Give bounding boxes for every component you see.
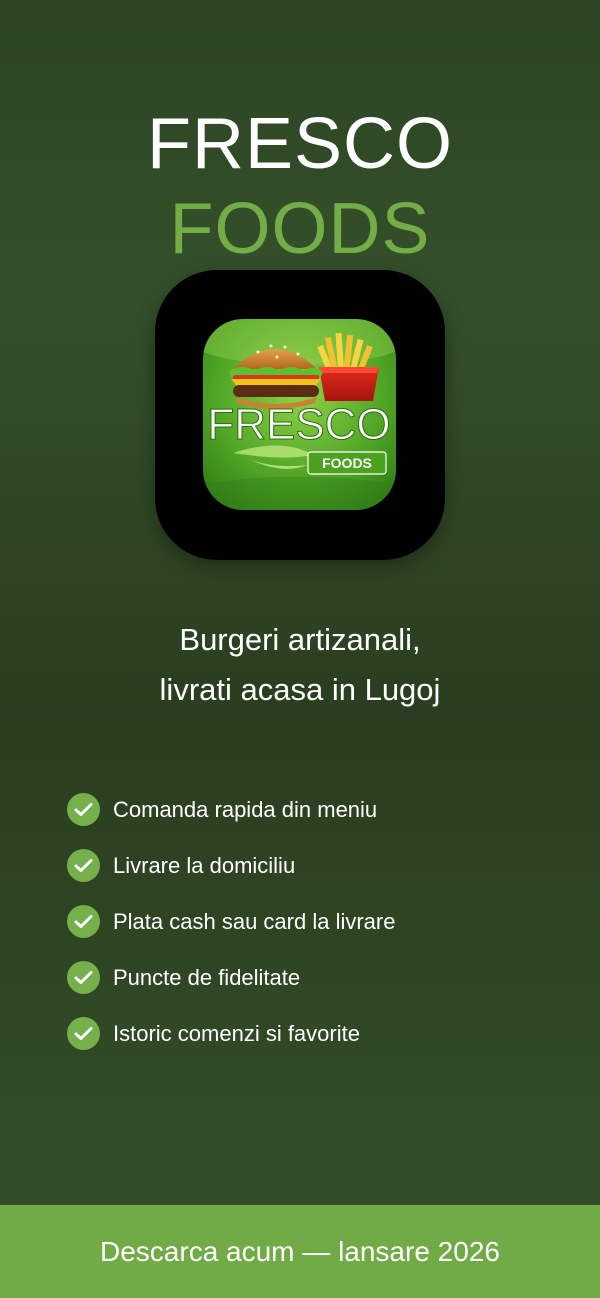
- check-circle-icon: [67, 905, 100, 938]
- check-circle-icon: [67, 961, 100, 994]
- download-cta-bar[interactable]: Descarca acum — lansare 2026: [0, 1205, 600, 1298]
- download-cta-label[interactable]: Descarca acum — lansare 2026: [0, 1238, 600, 1266]
- app-icon: FRESCO FOODS: [203, 319, 396, 510]
- logo-badge-text: FOODS: [322, 455, 372, 471]
- tagline-line-1: Burgeri artizanali,: [179, 622, 421, 657]
- check-circle-icon: [67, 1017, 100, 1050]
- feature-item: Livrare la domiciliu: [67, 849, 567, 905]
- feature-item: Istoric comenzi si favorite: [67, 1017, 567, 1073]
- feature-label: Plata cash sau card la livrare: [113, 909, 396, 934]
- feature-label: Puncte de fidelitate: [113, 965, 301, 990]
- feature-label: Istoric comenzi si favorite: [113, 1021, 360, 1046]
- app-icon-frame: FRESCO FOODS: [155, 270, 445, 560]
- feature-label: Comanda rapida din meniu: [113, 797, 378, 822]
- tagline-line-2: livrati acasa in Lugoj: [159, 672, 441, 707]
- feature-item: Puncte de fidelitate: [67, 961, 567, 1017]
- logo-main-text: FRESCO: [207, 400, 390, 449]
- feature-item: Plata cash sau card la livrare: [67, 905, 567, 961]
- brand-title-fresco: FRESCO: [146, 104, 454, 184]
- check-circle-icon: [67, 793, 100, 826]
- brand-title-foods: FOODS: [169, 189, 431, 269]
- app-logo-graphic: FRESCO FOODS: [203, 319, 396, 510]
- check-circle-icon: [67, 849, 100, 882]
- feature-list: Comanda rapida din meniu Livrare la domi…: [67, 793, 567, 1073]
- feature-item: Comanda rapida din meniu: [67, 793, 567, 849]
- feature-label: Livrare la domiciliu: [113, 853, 296, 878]
